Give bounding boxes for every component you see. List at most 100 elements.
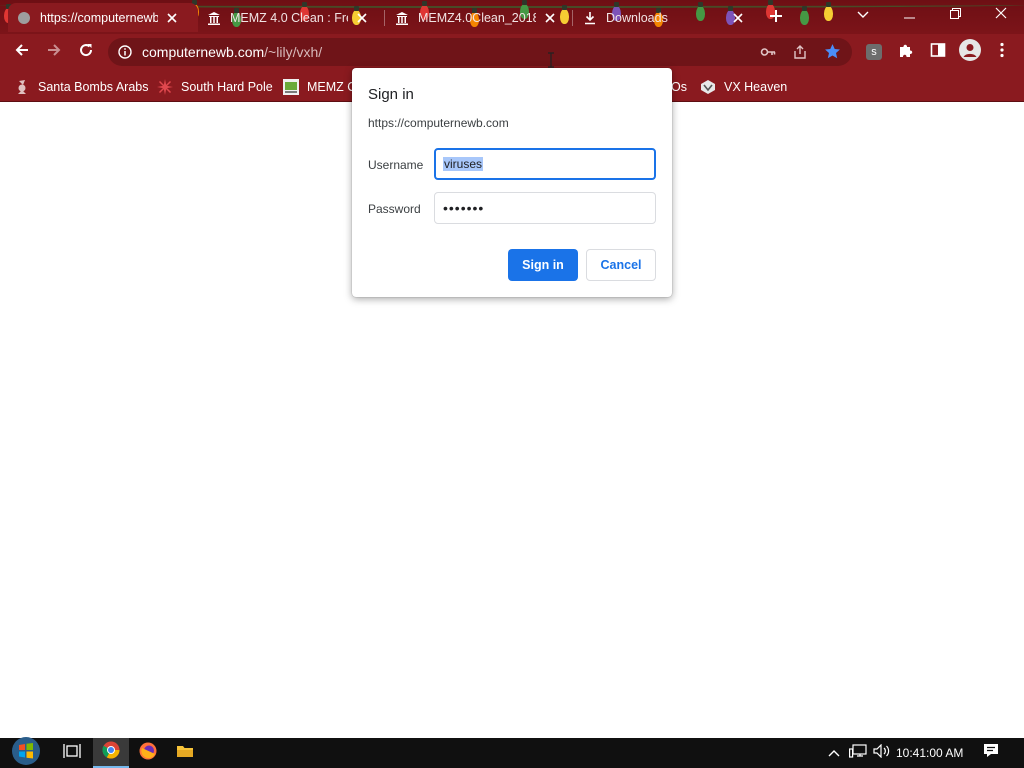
text-cursor-icon — [547, 52, 555, 73]
close-icon[interactable] — [164, 10, 180, 26]
chevron-up-icon — [828, 744, 840, 762]
forward-button[interactable] — [40, 38, 68, 66]
show-hidden-icons-button[interactable] — [822, 738, 846, 768]
arrow-right-icon — [46, 42, 62, 63]
tab-title: MEMZ4.0Clean_20181 — [418, 10, 536, 25]
back-button[interactable] — [8, 38, 36, 66]
santa-icon — [14, 79, 30, 95]
arrow-left-icon — [14, 42, 30, 63]
firefox-icon — [139, 742, 157, 765]
archive-icon — [206, 10, 222, 26]
volume-button[interactable] — [870, 738, 894, 768]
username-value: viruses — [443, 157, 484, 171]
volume-icon — [873, 743, 891, 763]
restore-icon — [949, 6, 961, 24]
tab-title: MEMZ 4.0 Clean : Free — [230, 10, 348, 25]
share-icon[interactable] — [792, 44, 808, 65]
cancel-button[interactable]: Cancel — [586, 249, 656, 281]
tab-strip: https://computernewb MEMZ 4.0 Clean : Fr… — [0, 0, 1024, 34]
action-center-button[interactable] — [979, 738, 1003, 768]
password-value: ••••••• — [443, 200, 485, 216]
network-button[interactable] — [846, 738, 870, 768]
windows-logo-icon — [11, 736, 41, 768]
memz-icon — [283, 79, 299, 95]
reload-icon — [78, 42, 94, 63]
tab-memz-clean-free[interactable]: MEMZ 4.0 Clean : Free — [198, 3, 382, 32]
taskbar-firefox[interactable] — [130, 738, 166, 768]
side-panel-icon — [930, 42, 946, 63]
side-panel-button[interactable] — [924, 38, 952, 66]
dialog-title: Sign in — [368, 86, 414, 103]
bookmark-label: South Hard Pole — [181, 80, 273, 94]
bookmark-label: MEMZ C — [307, 80, 357, 94]
bookmark-memz[interactable]: MEMZ C — [283, 77, 356, 97]
address-bar[interactable]: computernewb.com/~lily/vxh/ — [108, 38, 852, 66]
close-icon[interactable] — [730, 10, 746, 26]
task-view-button[interactable] — [54, 738, 90, 768]
username-field[interactable]: viruses — [434, 148, 656, 180]
bookmark-star-icon[interactable] — [824, 43, 841, 65]
browser-toolbar: computernewb.com/~lily/vxh/ s — [0, 34, 1024, 71]
extension-s-icon: s — [866, 44, 882, 60]
minimize-button[interactable] — [886, 0, 932, 30]
sign-in-dialog: Sign in https://computernewb.com Usernam… — [352, 68, 672, 297]
info-icon[interactable] — [118, 45, 132, 64]
download-icon — [582, 10, 598, 26]
bulb-decoration — [800, 6, 809, 25]
password-label: Password — [368, 202, 421, 216]
url-text: computernewb.com/~lily/vxh/ — [142, 44, 322, 60]
start-button[interactable] — [6, 736, 46, 768]
globe-icon — [16, 10, 32, 26]
url-path: /~lily/vxh/ — [264, 44, 323, 60]
tab-downloads[interactable]: Downloads — [574, 3, 758, 32]
archive-icon — [394, 10, 410, 26]
puzzle-icon — [898, 42, 914, 63]
minimize-icon — [903, 6, 915, 24]
password-field[interactable]: ••••••• — [434, 192, 656, 224]
taskbar: 10:41:00 AM — [0, 736, 1024, 768]
url-host: computernewb.com — [142, 44, 265, 60]
task-view-icon — [63, 743, 81, 764]
reload-button[interactable] — [72, 38, 100, 66]
tab-search-button[interactable] — [840, 0, 886, 30]
chevron-down-icon — [857, 6, 869, 24]
sign-in-button[interactable]: Sign in — [508, 249, 578, 281]
tab-title: Downloads — [606, 10, 668, 25]
close-icon[interactable] — [354, 10, 370, 26]
star-icon — [157, 79, 173, 95]
folder-icon — [176, 743, 194, 764]
bulb-decoration — [824, 2, 833, 21]
tab-memz-clean-2018[interactable]: MEMZ4.0Clean_20181 — [386, 3, 570, 32]
bookmark-label: Os — [671, 80, 687, 94]
tab-title: https://computernewb — [40, 10, 158, 25]
extension-s-button[interactable]: s — [860, 38, 888, 66]
tab-computernewb[interactable]: https://computernewb — [8, 3, 198, 32]
network-icon — [849, 743, 867, 763]
more-vertical-icon — [1000, 42, 1004, 63]
taskbar-chrome[interactable] — [93, 738, 129, 768]
bookmark-vx-heaven[interactable]: VX Heaven — [700, 77, 787, 97]
tab-separator — [384, 10, 385, 26]
profile-button[interactable] — [956, 38, 984, 66]
bookmark-label: VX Heaven — [724, 80, 788, 94]
menu-button[interactable] — [988, 38, 1016, 66]
username-label: Username — [368, 158, 424, 172]
avatar — [959, 38, 981, 66]
bookmark-south-hard-pole[interactable]: South Hard Pole — [157, 77, 273, 97]
vx-heaven-icon — [700, 79, 716, 95]
notification-icon — [983, 743, 999, 763]
bookmark-os[interactable]: Os — [671, 77, 687, 97]
bookmark-santa-bombs-arabs[interactable]: Santa Bombs Arabs — [14, 77, 148, 97]
new-tab-button[interactable] — [762, 2, 790, 30]
window-close-button[interactable] — [978, 0, 1024, 30]
taskbar-clock[interactable]: 10:41:00 AM — [896, 746, 963, 760]
dialog-origin: https://computernewb.com — [368, 116, 509, 130]
extensions-button[interactable] — [892, 38, 920, 66]
close-icon[interactable] — [542, 10, 558, 26]
tab-separator — [572, 10, 573, 26]
bookmark-label: Santa Bombs Arabs — [38, 80, 149, 94]
taskbar-file-explorer[interactable] — [167, 738, 203, 768]
key-icon[interactable] — [760, 44, 776, 65]
restore-button[interactable] — [932, 0, 978, 30]
chrome-icon — [102, 741, 120, 764]
